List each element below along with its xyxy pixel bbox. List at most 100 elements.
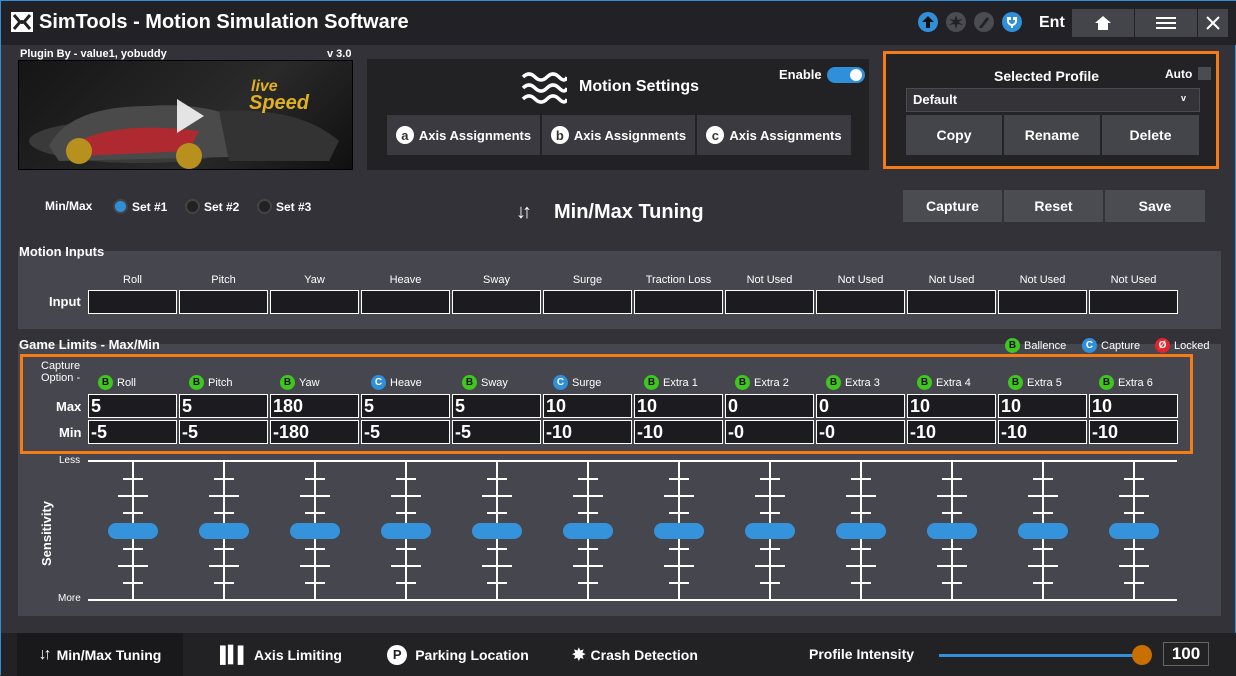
game-limit-header[interactable]: B Extra 3 (826, 375, 880, 390)
max-field[interactable]: 10 (543, 394, 632, 418)
motion-input-field[interactable] (634, 290, 723, 314)
max-field[interactable]: 0 (725, 394, 814, 418)
reset-button[interactable]: Reset (1004, 190, 1103, 222)
set-1-radio[interactable] (113, 199, 128, 214)
game-limit-header[interactable]: C Heave (371, 375, 422, 390)
motion-input-field[interactable] (179, 290, 268, 314)
balance-badge-icon[interactable]: B (280, 375, 295, 390)
balance-badge-icon[interactable]: B (189, 375, 204, 390)
tab-crash-detection[interactable]: ✸ Crash Detection (555, 633, 715, 676)
game-banner-image[interactable]: live Speed (18, 60, 353, 170)
max-field[interactable]: 10 (998, 394, 1087, 418)
sensitivity-thumb[interactable] (472, 523, 522, 539)
menu-button[interactable] (1135, 9, 1197, 37)
balance-badge-icon[interactable]: B (1008, 375, 1023, 390)
motion-input-field[interactable] (270, 290, 359, 314)
tab-parking-location[interactable]: P Parking Location (377, 633, 539, 676)
max-field[interactable]: 5 (88, 394, 177, 418)
profile-intensity-value[interactable]: 100 (1163, 642, 1209, 666)
min-field[interactable]: -180 (270, 420, 359, 444)
capture-badge-icon[interactable]: C (371, 375, 386, 390)
capture-button[interactable]: Capture (903, 190, 1002, 222)
motion-input-field[interactable] (816, 290, 905, 314)
max-field[interactable]: 10 (907, 394, 996, 418)
balance-badge-icon[interactable]: B (644, 375, 659, 390)
sensitivity-thumb[interactable] (654, 523, 704, 539)
auto-checkbox[interactable] (1198, 67, 1211, 80)
sensitivity-thumb[interactable] (745, 523, 795, 539)
motion-input-field[interactable] (1089, 290, 1178, 314)
min-field[interactable]: -10 (634, 420, 723, 444)
rename-profile-button[interactable]: Rename (1004, 115, 1100, 155)
min-field[interactable]: -0 (816, 420, 905, 444)
min-field[interactable]: -0 (725, 420, 814, 444)
max-field[interactable]: 0 (816, 394, 905, 418)
game-limit-header[interactable]: B Yaw (280, 375, 320, 390)
sensitivity-thumb[interactable] (927, 523, 977, 539)
motion-input-field[interactable] (543, 290, 632, 314)
balance-badge-icon[interactable]: B (735, 375, 750, 390)
tab-min-max-tuning[interactable]: ↓↑ Min/Max Tuning (17, 633, 183, 676)
motion-input-field[interactable] (361, 290, 450, 314)
min-field[interactable]: -10 (1089, 420, 1178, 444)
max-field[interactable]: 5 (361, 394, 450, 418)
sensitivity-thumb[interactable] (563, 523, 613, 539)
game-limit-header[interactable]: B Pitch (189, 375, 232, 390)
save-button[interactable]: Save (1105, 190, 1205, 222)
min-field[interactable]: -10 (907, 420, 996, 444)
motion-input-field[interactable] (998, 290, 1087, 314)
max-field[interactable]: 5 (452, 394, 541, 418)
set-1-label[interactable]: Set #1 (132, 200, 167, 214)
capture-badge-icon[interactable]: C (553, 375, 568, 390)
min-field[interactable]: -10 (998, 420, 1087, 444)
set-3-radio[interactable] (257, 199, 272, 214)
min-field[interactable]: -5 (452, 420, 541, 444)
sensitivity-thumb[interactable] (108, 523, 158, 539)
sensitivity-thumb[interactable] (199, 523, 249, 539)
sensitivity-thumb[interactable] (1018, 523, 1068, 539)
game-limit-header[interactable]: B Roll (98, 375, 136, 390)
profile-intensity-slider[interactable] (939, 654, 1139, 657)
chevron-down-icon[interactable]: v (1181, 93, 1186, 103)
game-limit-header[interactable]: B Extra 6 (1099, 375, 1153, 390)
profile-dropdown[interactable]: Default (906, 88, 1200, 112)
axis-assignments-b-button[interactable]: b Axis Assignments (542, 115, 695, 155)
motion-input-field[interactable] (907, 290, 996, 314)
burst-icon[interactable] (946, 12, 966, 32)
set-2-label[interactable]: Set #2 (204, 200, 239, 214)
balance-badge-icon[interactable]: B (1099, 375, 1114, 390)
game-limit-header[interactable]: B Extra 1 (644, 375, 698, 390)
plug-icon[interactable] (1002, 12, 1022, 32)
balance-badge-icon[interactable]: B (462, 375, 477, 390)
min-field[interactable]: -5 (88, 420, 177, 444)
game-limit-header[interactable]: B Extra 2 (735, 375, 789, 390)
pencil-icon[interactable] (974, 12, 994, 32)
sensitivity-thumb[interactable] (381, 523, 431, 539)
game-limit-header[interactable]: C Surge (553, 375, 601, 390)
game-limit-header[interactable]: B Extra 4 (917, 375, 971, 390)
tab-axis-limiting[interactable]: ▌▍▌ Axis Limiting (211, 633, 351, 676)
game-limit-header[interactable]: B Extra 5 (1008, 375, 1062, 390)
sensitivity-thumb[interactable] (290, 523, 340, 539)
delete-profile-button[interactable]: Delete (1102, 115, 1199, 155)
profile-intensity-thumb[interactable] (1132, 645, 1152, 665)
upload-icon[interactable] (918, 12, 938, 32)
close-button[interactable] (1198, 9, 1228, 37)
axis-assignments-c-button[interactable]: c Axis Assignments (697, 115, 851, 155)
enable-toggle[interactable] (827, 67, 865, 83)
max-field[interactable]: 180 (270, 394, 359, 418)
home-button[interactable] (1072, 9, 1134, 37)
min-field[interactable]: -10 (543, 420, 632, 444)
min-field[interactable]: -5 (361, 420, 450, 444)
motion-input-field[interactable] (452, 290, 541, 314)
set-3-label[interactable]: Set #3 (276, 200, 311, 214)
game-limit-header[interactable]: B Sway (462, 375, 508, 390)
sensitivity-thumb[interactable] (1109, 523, 1159, 539)
set-2-radio[interactable] (185, 199, 200, 214)
max-field[interactable]: 5 (179, 394, 268, 418)
balance-badge-icon[interactable]: B (98, 375, 113, 390)
balance-badge-icon[interactable]: B (917, 375, 932, 390)
motion-input-field[interactable] (725, 290, 814, 314)
balance-badge-icon[interactable]: B (826, 375, 841, 390)
sensitivity-thumb[interactable] (836, 523, 886, 539)
